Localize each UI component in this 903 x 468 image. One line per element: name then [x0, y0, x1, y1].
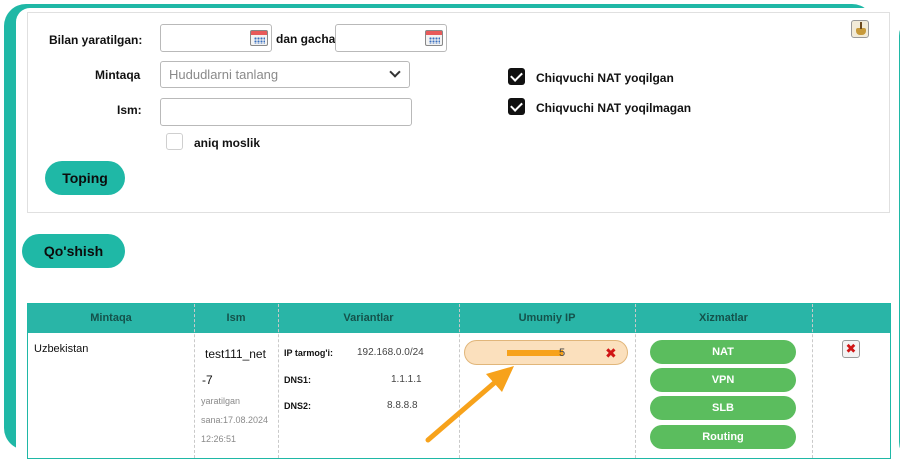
name-label: Ism:: [117, 103, 142, 117]
ip-network-value: 192.168.0.0/24: [357, 347, 424, 358]
exact-match-label: aniq moslik: [194, 136, 261, 150]
region-label: Mintaqa: [95, 68, 141, 82]
remove-ip-icon[interactable]: ✖: [605, 345, 617, 362]
column-header-services: Xizmatlar: [699, 312, 748, 324]
public-ip-suffix: 5: [559, 347, 566, 359]
networks-table: Mintaqa Ism Variantlar Umumiy IP Xizmatl…: [27, 303, 891, 459]
add-button[interactable]: Qo'shish: [22, 234, 125, 268]
column-divider: [278, 304, 279, 458]
public-ip-badge[interactable]: 5 ✖: [464, 340, 628, 365]
chevron-down-icon: [389, 66, 401, 78]
calendar-icon[interactable]: [250, 30, 268, 46]
column-header-name: Ism: [226, 312, 246, 324]
date-from-input[interactable]: [160, 24, 272, 52]
nat-enabled-label: Chiqvuchi NAT yoqilgan: [536, 71, 674, 85]
row-created-line1: yaratilgan: [201, 396, 241, 406]
row-created-line2: sana:17.08.2024: [201, 415, 269, 425]
region-select-value: Hududlarni tanlang: [169, 67, 279, 82]
column-divider: [635, 304, 636, 458]
column-divider: [459, 304, 460, 458]
created-label: Bilan yaratilgan:: [49, 33, 143, 47]
find-button[interactable]: Toping: [45, 161, 125, 195]
row-name-line1: test111_net: [205, 347, 266, 361]
column-header-options: Variantlar: [343, 312, 394, 324]
nat-enabled-checkbox[interactable]: [508, 68, 525, 85]
dns2-label: DNS2:: [284, 401, 312, 411]
until-label: dan gacha: [276, 32, 336, 46]
dns1-label: DNS1:: [284, 375, 312, 385]
filter-panel: [27, 12, 890, 213]
service-vpn-button[interactable]: VPN: [650, 368, 796, 392]
service-routing-button[interactable]: Routing: [650, 425, 796, 449]
nat-disabled-label: Chiqvuchi NAT yoqilmagan: [536, 101, 692, 115]
dns1-value: 1.1.1.1: [391, 374, 422, 385]
delete-row-icon[interactable]: ✖: [842, 340, 860, 358]
column-divider: [812, 304, 813, 458]
service-nat-button[interactable]: NAT: [650, 340, 796, 364]
row-created-line3: 12:26:51: [201, 434, 237, 444]
region-select[interactable]: Hududlarni tanlang: [160, 61, 410, 88]
column-header-public-ip: Umumiy IP: [518, 312, 576, 324]
column-divider: [194, 304, 195, 458]
column-header-region: Mintaqa: [90, 312, 132, 324]
calendar-icon[interactable]: [425, 30, 443, 46]
nat-disabled-checkbox[interactable]: [508, 98, 525, 115]
row-region: Uzbekistan: [34, 343, 89, 355]
row-name-line2: -7: [202, 373, 213, 387]
clear-filter-broom-icon[interactable]: [851, 20, 869, 38]
exact-match-checkbox[interactable]: [166, 133, 183, 150]
redacted-ip-mark: [507, 350, 563, 356]
dns2-value: 8.8.8.8: [387, 400, 418, 411]
date-to-input[interactable]: [335, 24, 447, 52]
ip-network-label: IP tarmog'i:: [284, 348, 333, 358]
service-slb-button[interactable]: SLB: [650, 396, 796, 420]
name-input[interactable]: [160, 98, 412, 126]
